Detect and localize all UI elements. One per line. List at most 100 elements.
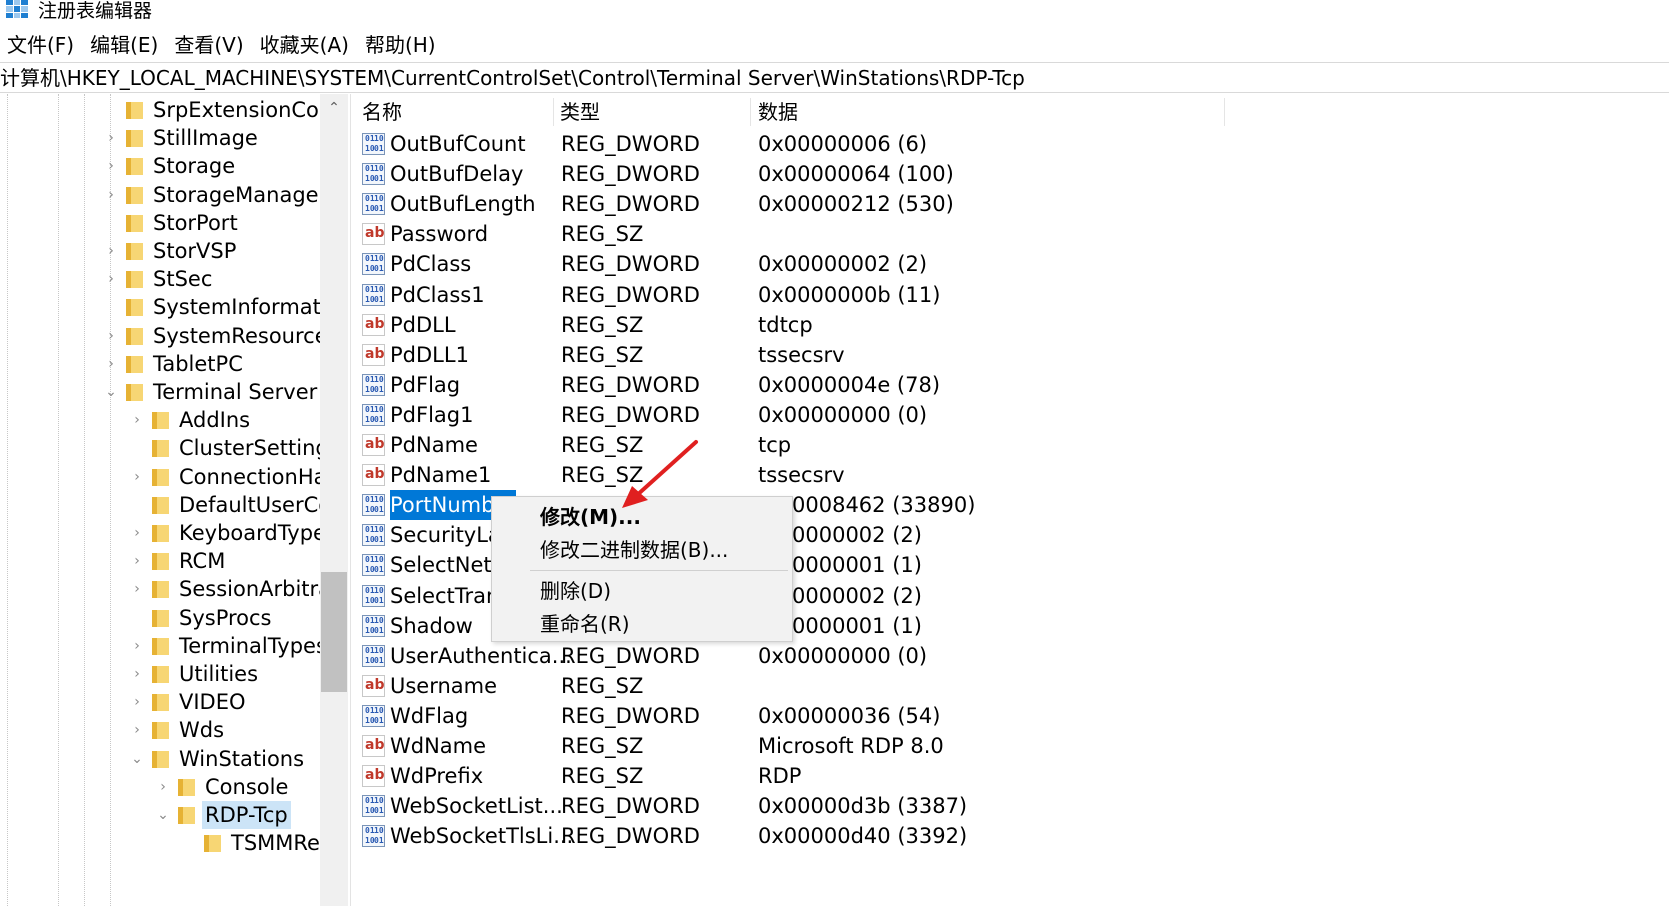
tree-node[interactable]: › StorageManagem [0, 181, 339, 209]
address-path[interactable]: 计算机\HKEY_LOCAL_MACHINE\SYSTEM\CurrentCon… [0, 65, 1025, 91]
menu-file[interactable]: 文件(F) [0, 30, 81, 60]
tree-node[interactable]: › ConnectionHar [0, 463, 335, 491]
value-name[interactable]: Password [390, 219, 488, 249]
menu-rename[interactable]: 重命名(R) [540, 610, 630, 638]
tree-node[interactable]: › KeyboardType [0, 519, 330, 547]
tree-node-label[interactable]: VIDEO [179, 688, 246, 716]
tree-node-label[interactable]: StorageManagem [153, 181, 339, 209]
expand-chevron-icon[interactable]: › [130, 716, 144, 744]
tree-node[interactable]: › StillImage [0, 124, 330, 152]
tree-node[interactable]: › Storage [0, 152, 330, 180]
menu-edit[interactable]: 编辑(E) [83, 30, 165, 60]
expand-chevron-icon[interactable]: › [104, 181, 118, 209]
value-name[interactable]: SelectTran [390, 581, 499, 611]
value-row[interactable]: 01 10 10 01 OutBufCount REG_DWORD 0x00000006 (… [356, 129, 1256, 159]
expand-chevron-icon[interactable] [130, 604, 144, 632]
menu-modify-binary[interactable]: 修改二进制数据(B)... [540, 536, 728, 564]
value-name[interactable]: OutBufDelay [390, 159, 523, 189]
value-row[interactable]: 01 10 10 01 PdClass1 REG_DWORD 0x0000000b (11) [356, 280, 1256, 310]
value-name[interactable]: WdName [390, 731, 486, 761]
value-row[interactable]: 01 10 10 01 WebSocketTlsLi... REG_DWORD 0x0000… [356, 821, 1256, 851]
menu-delete[interactable]: 删除(D) [540, 577, 611, 605]
expand-chevron-icon[interactable] [104, 293, 118, 321]
value-name[interactable]: WdPrefix [390, 761, 483, 791]
value-name[interactable]: PdName1 [390, 460, 491, 490]
tree-node[interactable]: › TabletPC [0, 350, 330, 378]
tree-node[interactable]: › VIDEO [0, 688, 330, 716]
tree-node-label[interactable]: RDP-Tcp [202, 801, 291, 829]
scroll-up-icon[interactable]: ⌃ [320, 94, 348, 122]
value-name[interactable]: WebSocketList... [390, 791, 563, 821]
expand-chevron-icon[interactable]: › [104, 265, 118, 293]
menu-help[interactable]: 帮助(H) [358, 30, 443, 60]
scroll-thumb[interactable] [321, 572, 347, 692]
tree-node-label[interactable]: SystemResources [153, 322, 339, 350]
value-name[interactable]: WebSocketTlsLi... [390, 821, 573, 851]
expand-chevron-icon[interactable]: › [104, 237, 118, 265]
value-name[interactable]: OutBufLength [390, 189, 536, 219]
expand-chevron-icon[interactable]: › [130, 575, 144, 603]
value-row[interactable]: ab WdName REG_SZ Microsoft RDP 8.0 [356, 731, 1256, 761]
value-row[interactable]: 01 10 10 01 UserAuthentica... REG_DWORD 0x0000… [356, 641, 1256, 671]
value-row[interactable]: 01 10 10 01 WebSocketList... REG_DWORD 0x00000… [356, 791, 1256, 821]
value-name[interactable]: PdDLL1 [390, 340, 469, 370]
tree-node[interactable]: › StorVSP [0, 237, 330, 265]
value-row[interactable]: 01 10 10 01 OutBufLength REG_DWORD 0x00000212 … [356, 189, 1256, 219]
value-row[interactable]: ab PdName REG_SZ tcp [356, 430, 1256, 460]
expand-chevron-icon[interactable]: › [104, 350, 118, 378]
expand-chevron-icon[interactable] [104, 96, 118, 124]
expand-chevron-icon[interactable] [182, 829, 196, 857]
value-name[interactable]: WdFlag [390, 701, 468, 731]
value-name[interactable]: PdClass1 [390, 280, 485, 310]
value-row[interactable]: 01 10 10 01 PdFlag1 REG_DWORD 0x00000000 (0) [356, 400, 1256, 430]
tree-node-label[interactable]: TSMMRe [231, 829, 320, 857]
tree-node-label[interactable]: ClusterSettings [179, 434, 340, 462]
key-tree[interactable]: SrpExtensionConf › StillImage › Storage › Stor… [0, 94, 350, 906]
tree-node[interactable]: › Utilities [0, 660, 330, 688]
tree-node-label[interactable]: DefaultUserCo [179, 491, 331, 519]
tree-node-label[interactable]: AddIns [179, 406, 250, 434]
expand-chevron-icon[interactable]: › [130, 632, 144, 660]
value-row[interactable]: ab PdDLL REG_SZ tdtcp [356, 310, 1256, 340]
column-name-header[interactable]: 名称 [356, 94, 402, 128]
column-data-header[interactable]: 数据 [752, 94, 798, 128]
expand-chevron-icon[interactable]: › [130, 547, 144, 575]
tree-node-label[interactable]: TerminalTypes [179, 632, 327, 660]
value-row[interactable]: ab PdDLL1 REG_SZ tssecsrv [356, 340, 1256, 370]
expand-chevron-icon[interactable]: › [130, 688, 144, 716]
expand-chevron-icon[interactable]: › [130, 519, 144, 547]
tree-scrollbar[interactable]: ⌃ [320, 94, 348, 906]
expand-chevron-icon[interactable]: › [104, 124, 118, 152]
expand-chevron-icon[interactable]: › [130, 406, 144, 434]
expand-chevron-icon[interactable]: › [156, 773, 170, 801]
tree-node-label[interactable]: Utilities [179, 660, 258, 688]
value-row[interactable]: ab WdPrefix REG_SZ RDP [356, 761, 1256, 791]
tree-node-label[interactable]: Storage [153, 152, 235, 180]
tree-node-label[interactable]: WinStations [179, 745, 304, 773]
tree-node[interactable]: › Console [0, 773, 330, 801]
value-name[interactable]: PdFlag [390, 370, 460, 400]
expand-chevron-icon[interactable] [130, 491, 144, 519]
value-row[interactable]: ab PdName1 REG_SZ tssecsrv [356, 460, 1256, 490]
tree-node-label[interactable]: Wds [179, 716, 224, 744]
tree-node-label[interactable]: Terminal Server [153, 378, 317, 406]
tree-node[interactable]: › SystemResources [0, 322, 338, 350]
tree-node[interactable]: ClusterSettings [0, 434, 340, 462]
collapse-chevron-icon[interactable]: ⌄ [104, 378, 118, 406]
expand-chevron-icon[interactable]: › [104, 152, 118, 180]
collapse-chevron-icon[interactable]: ⌄ [156, 801, 170, 829]
expand-chevron-icon[interactable] [130, 434, 144, 462]
value-row[interactable]: ab Password REG_SZ [356, 219, 1256, 249]
expand-chevron-icon[interactable]: › [104, 322, 118, 350]
tree-node[interactable]: › SessionArbitrat [0, 575, 339, 603]
tree-node[interactable]: SysProcs [0, 604, 330, 632]
value-name[interactable]: PdFlag1 [390, 400, 473, 430]
tree-node[interactable]: SrpExtensionConf [0, 96, 340, 124]
tree-node[interactable]: DefaultUserCo [0, 491, 331, 519]
value-row[interactable]: ab Username REG_SZ [356, 671, 1256, 701]
tree-node-label[interactable]: ConnectionHar [179, 463, 335, 491]
tree-node[interactable]: StorPort [0, 209, 330, 237]
menu-view[interactable]: 查看(V) [167, 30, 250, 60]
value-row[interactable]: 01 10 10 01 PdFlag REG_DWORD 0x0000004e (78) [356, 370, 1256, 400]
tree-node-label[interactable]: SessionArbitrat [179, 575, 339, 603]
